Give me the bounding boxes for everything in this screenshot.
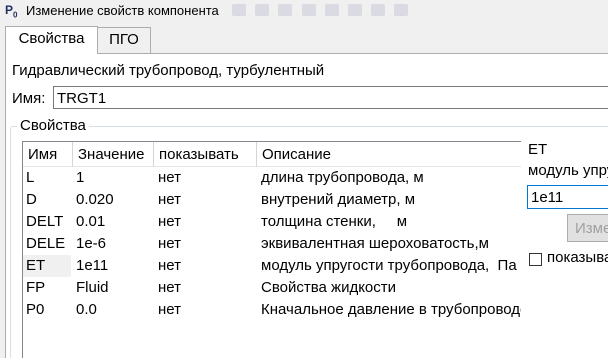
tab-pgo[interactable]: ПГО	[97, 27, 151, 53]
cell-name: DELT	[26, 213, 64, 230]
hand-icon	[371, 4, 386, 16]
clock-icon	[324, 4, 339, 16]
table-row[interactable]: DELT 0.01 нет толщина стенки, м	[23, 211, 521, 233]
cell-value: 1	[76, 169, 85, 186]
show-checkbox[interactable]	[529, 253, 542, 266]
grid-icon	[255, 4, 270, 16]
app-icon: P0	[5, 3, 18, 20]
show-checkbox-label: показывать	[547, 249, 608, 266]
cell-show: нет	[158, 191, 181, 208]
cell-description: длина трубопровода, м	[261, 169, 424, 186]
editor-param-description: модуль упругости трубопровода	[528, 162, 608, 179]
column-header-description[interactable]: Описание	[257, 142, 521, 167]
cell-value: 1e-6	[76, 235, 107, 252]
cell-name: P0	[26, 301, 45, 318]
table-row[interactable]: L 1 нет длина трубопровода, м	[23, 167, 521, 189]
cell-show: нет	[158, 235, 181, 252]
cell-name: L	[26, 169, 35, 186]
cell-value: Fluid	[76, 279, 109, 296]
cell-description: толщина стенки, м	[261, 213, 408, 230]
cell-show: нет	[158, 257, 181, 274]
editor-value-input[interactable]: 1e11	[527, 185, 608, 209]
column-header-show[interactable]: показывать	[154, 142, 257, 167]
editor-param-name: ET	[528, 141, 548, 158]
cell-name: FP	[26, 279, 46, 296]
tab-properties-label: Свойства	[18, 30, 85, 47]
arrow-down-icon	[278, 4, 293, 16]
cell-show: нет	[158, 169, 181, 186]
cell-value: 0.01	[76, 213, 106, 230]
table-row[interactable]: DELE 1e-6 нет эквивалентная шероховатост…	[23, 233, 521, 255]
title-bar: P0 Изменение свойств компонента	[0, 0, 608, 22]
apply-button[interactable]: Изменить	[567, 214, 608, 242]
tab-pgo-label: ПГО	[109, 31, 139, 48]
property-editor: ET модуль упругости трубопровода 1e11 Из…	[523, 141, 608, 357]
properties-table[interactable]: Имя Значение показывать Описание L 1 нет…	[22, 141, 521, 358]
cell-name: ET	[23, 255, 71, 277]
pencil-icon	[232, 4, 246, 16]
column-header-name[interactable]: Имя	[23, 142, 73, 167]
table-row-selected[interactable]: ET 1e11 нет модуль упругости трубопровод…	[23, 255, 521, 277]
tab-properties[interactable]: Свойства	[5, 26, 98, 54]
zoom-icon	[347, 4, 362, 16]
cell-value: 0.0	[76, 301, 97, 318]
cell-description: Кначальное давление в трубопроводе	[261, 301, 521, 318]
component-description: Гидравлический трубопровод, турбулентный	[12, 62, 325, 79]
cell-show: нет	[158, 301, 181, 318]
properties-group-label: Свойства	[17, 117, 89, 134]
cell-name: DELE	[26, 235, 66, 252]
cell-show: нет	[158, 279, 181, 296]
cell-description: внутрений диаметр, м	[261, 191, 416, 208]
background-toolbar	[232, 0, 462, 22]
check-icon	[394, 4, 409, 16]
cell-description: Свойства жидкости	[261, 279, 397, 296]
cell-show: нет	[158, 213, 181, 230]
name-input[interactable]: TRGT1	[53, 86, 608, 109]
cell-description: модуль упругости трубопровода, Па	[261, 257, 517, 274]
cell-value: 0.020	[76, 191, 114, 208]
window-title: Изменение свойств компонента	[26, 3, 219, 18]
table-row[interactable]: D 0.020 нет внутрений диаметр, м	[23, 189, 521, 211]
cell-value: 1e11	[76, 257, 109, 274]
table-row[interactable]: P0 0.0 нет Кначальное давление в трубопр…	[23, 299, 521, 321]
table-row[interactable]: FP Fluid нет Свойства жидкости	[23, 277, 521, 299]
cell-name: D	[26, 191, 37, 208]
minus-icon	[301, 4, 316, 16]
cell-description: эквивалентная шероховатость,м	[261, 235, 489, 252]
name-label: Имя:	[12, 90, 46, 107]
column-header-value[interactable]: Значение	[73, 142, 154, 167]
